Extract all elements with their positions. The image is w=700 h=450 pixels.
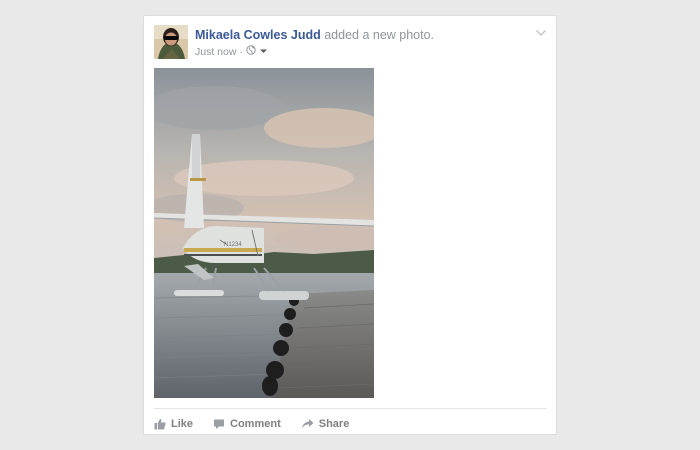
author-avatar[interactable]	[154, 25, 188, 59]
like-button[interactable]: Like	[154, 418, 193, 430]
author-name-link[interactable]: Mikaela Cowles Judd	[195, 28, 321, 42]
news-feed-post: Mikaela Cowles Judd added a new photo. J…	[143, 15, 557, 435]
comment-icon	[213, 418, 225, 430]
privacy-dropdown-icon[interactable]	[259, 46, 268, 59]
post-action-bar: Like Comment Share	[154, 415, 369, 433]
post-photo[interactable]: N1234	[154, 68, 374, 398]
like-label: Like	[171, 418, 194, 430]
post-action-text: added a new photo.	[324, 28, 435, 42]
thumbs-up-icon	[154, 418, 166, 430]
meta-separator: ·	[239, 45, 243, 58]
comment-button[interactable]: Comment	[213, 418, 281, 430]
post-menu-chevron-down-icon[interactable]	[534, 26, 548, 38]
share-arrow-icon	[301, 418, 314, 430]
svg-text:N1234: N1234	[224, 242, 242, 248]
share-label: Share	[318, 418, 350, 430]
post-timestamp[interactable]: Just now	[195, 46, 236, 59]
globe-icon	[246, 45, 256, 59]
post-header: Mikaela Cowles Judd added a new photo.	[195, 28, 434, 43]
post-meta: Just now ·	[195, 45, 268, 59]
share-button[interactable]: Share	[301, 418, 350, 430]
comment-label: Comment	[230, 418, 281, 430]
action-bar-divider	[154, 408, 546, 409]
